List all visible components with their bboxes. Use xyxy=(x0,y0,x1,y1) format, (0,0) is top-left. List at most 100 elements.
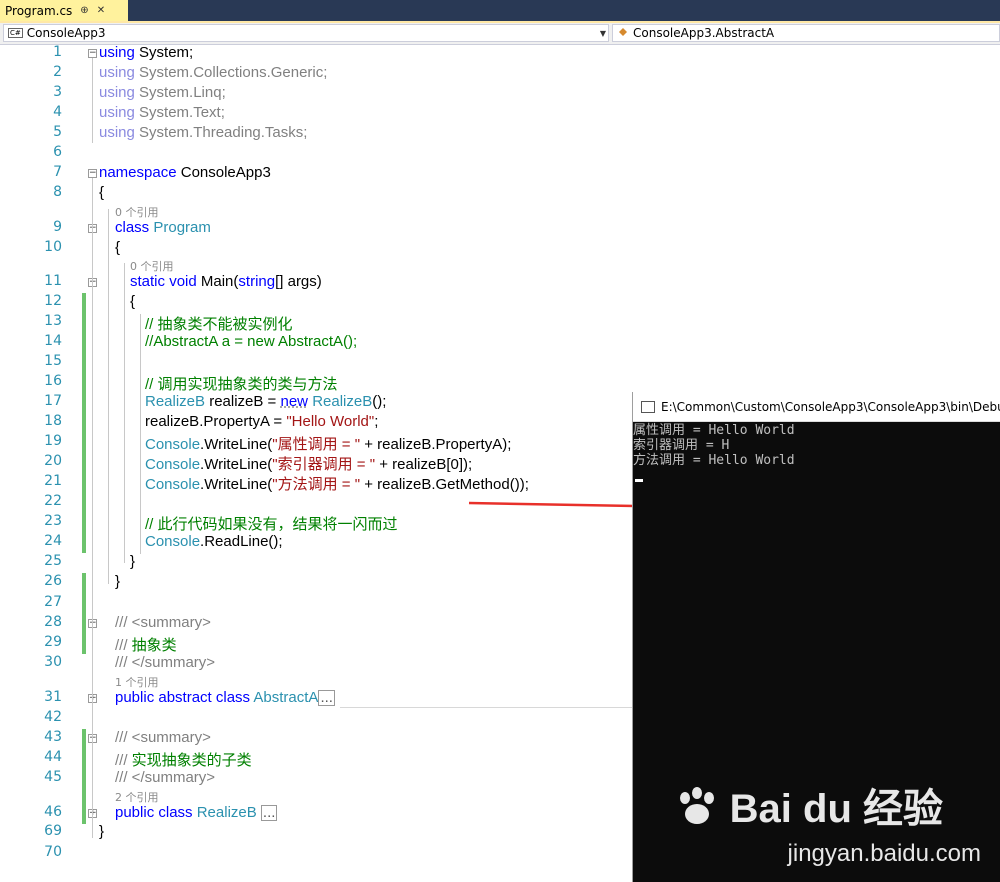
navigation-bar: C# ConsoleApp3 ▼ ConsoleApp3.AbstractA xyxy=(0,23,1000,45)
code-line-23: // 此行代码如果没有，结果将一闪而过 xyxy=(145,516,398,533)
line-number: 19 xyxy=(44,433,62,449)
line-number: 10 xyxy=(44,239,62,255)
change-marker xyxy=(82,293,86,553)
indent-guide xyxy=(108,209,109,584)
region-separator xyxy=(340,707,632,708)
baidu-watermark: Bai du 经验 xyxy=(675,776,943,834)
tab-program-cs[interactable]: Program.cs ⊕ ✕ xyxy=(0,0,128,21)
line-number: 20 xyxy=(44,453,62,469)
close-icon[interactable]: ✕ xyxy=(97,5,105,16)
code-line-19: Console.WriteLine("属性调用 = " + realizeB.P… xyxy=(145,436,512,453)
reference-count-hint[interactable]: 0 个引用 xyxy=(130,258,174,274)
line-number: 7 xyxy=(53,164,62,180)
code-line-18: realizeB.PropertyA = "Hello World"; xyxy=(145,413,379,430)
change-marker xyxy=(82,573,86,654)
line-number: 15 xyxy=(44,353,62,369)
code-line-9: class Program xyxy=(115,219,211,236)
indent-guide xyxy=(140,314,141,554)
console-output-line: 属性调用 = Hello World xyxy=(633,423,795,438)
line-number: 12 xyxy=(44,293,62,309)
code-line-4: using System.Text; xyxy=(99,104,225,121)
project-dropdown-value: ConsoleApp3 xyxy=(26,26,106,40)
document-tab-bar: Program.cs ⊕ ✕ xyxy=(0,0,1000,23)
code-line-13: // 抽象类不能被实例化 xyxy=(145,316,293,333)
code-line-25: } xyxy=(130,553,136,570)
line-number: 23 xyxy=(44,513,62,529)
baidu-paw-icon xyxy=(679,787,714,824)
member-dropdown[interactable]: ConsoleApp3.AbstractA xyxy=(612,24,1000,42)
collapse-toggle[interactable]: − xyxy=(88,49,97,58)
console-window[interactable]: E:\Common\Custom\ConsoleApp3\ConsoleApp3… xyxy=(632,392,1000,882)
code-line-12: { xyxy=(130,293,136,310)
line-number: 16 xyxy=(44,373,62,389)
change-marker xyxy=(82,729,86,824)
code-line-21: Console.WriteLine("方法调用 = " + realizeB.G… xyxy=(145,476,529,493)
code-line-69: } xyxy=(99,823,105,840)
line-number: 25 xyxy=(44,553,62,569)
watermark-url: jingyan.baidu.com xyxy=(787,840,981,867)
code-line-11: static void Main(string[] args) xyxy=(130,273,322,290)
line-number: 45 xyxy=(44,769,62,785)
code-line-24: Console.ReadLine(); xyxy=(145,533,283,550)
line-number: 17 xyxy=(44,393,62,409)
code-line-45: /// </summary> xyxy=(115,769,216,786)
outline-guide xyxy=(92,58,93,143)
collapsed-region[interactable]: ... xyxy=(318,690,335,706)
chevron-down-icon: ▼ xyxy=(599,28,606,38)
line-number: 18 xyxy=(44,413,62,429)
line-number: 27 xyxy=(44,594,62,610)
line-number: 28 xyxy=(44,614,62,630)
console-title-bar[interactable]: E:\Common\Custom\ConsoleApp3\ConsoleApp3… xyxy=(633,392,1000,422)
code-line-7: namespace ConsoleApp3 xyxy=(99,164,271,181)
line-number: 31 xyxy=(44,689,62,705)
collapse-toggle[interactable]: − xyxy=(88,169,97,178)
tab-title: Program.cs xyxy=(5,3,73,18)
line-number: 42 xyxy=(44,709,62,725)
member-dropdown-value: ConsoleApp3.AbstractA xyxy=(633,26,775,40)
line-number: 69 xyxy=(44,823,62,839)
line-number: 21 xyxy=(44,473,62,489)
line-number: 29 xyxy=(44,634,62,650)
code-line-44: /// 实现抽象类的子类 xyxy=(115,752,252,769)
outline-guide xyxy=(92,178,93,838)
line-number: 9 xyxy=(53,219,62,235)
console-title: E:\Common\Custom\ConsoleApp3\ConsoleApp3… xyxy=(661,399,1000,414)
code-line-8: { xyxy=(99,184,105,201)
line-number: 3 xyxy=(53,84,62,100)
line-number: 14 xyxy=(44,333,62,349)
code-line-30: /// </summary> xyxy=(115,654,216,671)
reference-count-hint[interactable]: 1 个引用 xyxy=(115,674,159,690)
line-number: 43 xyxy=(44,729,62,745)
line-number: 6 xyxy=(53,144,62,160)
reference-count-hint[interactable]: 0 个引用 xyxy=(115,204,159,220)
red-arrow-annotation xyxy=(468,497,655,515)
project-dropdown[interactable]: C# ConsoleApp3 ▼ xyxy=(3,24,609,42)
code-line-46: public class RealizeB ... xyxy=(115,804,278,821)
code-line-20: Console.WriteLine("索引器调用 = " + realizeB[… xyxy=(145,456,473,473)
line-number: 1 xyxy=(53,44,62,60)
code-line-17: RealizeB realizeB = new RealizeB(); xyxy=(145,393,387,410)
code-line-3: using System.Linq; xyxy=(99,84,226,101)
line-number: 4 xyxy=(53,104,62,120)
csharp-project-icon: C# xyxy=(8,28,23,38)
pin-icon[interactable]: ⊕ xyxy=(80,5,88,16)
console-output-line: 方法调用 = Hello World xyxy=(633,453,795,468)
reference-count-hint[interactable]: 2 个引用 xyxy=(115,789,159,805)
console-cursor xyxy=(635,479,643,482)
line-number: 30 xyxy=(44,654,62,670)
line-number: 2 xyxy=(53,64,62,80)
line-number: 24 xyxy=(44,533,62,549)
line-number: 46 xyxy=(44,804,62,820)
line-number: 13 xyxy=(44,313,62,329)
code-line-26: } xyxy=(115,573,121,590)
console-app-icon xyxy=(641,400,655,413)
code-line-31: public abstract class AbstractA... xyxy=(115,689,335,706)
code-line-14: //AbstractA a = new AbstractA(); xyxy=(145,333,358,350)
line-number: 5 xyxy=(53,124,62,140)
collapsed-region[interactable]: ... xyxy=(260,805,278,821)
code-line-16: // 调用实现抽象类的类与方法 xyxy=(145,376,338,393)
code-line-28: /// <summary> xyxy=(115,614,211,631)
code-line-43: /// <summary> xyxy=(115,729,211,746)
line-number: 22 xyxy=(44,493,62,509)
line-number: 44 xyxy=(44,749,62,765)
